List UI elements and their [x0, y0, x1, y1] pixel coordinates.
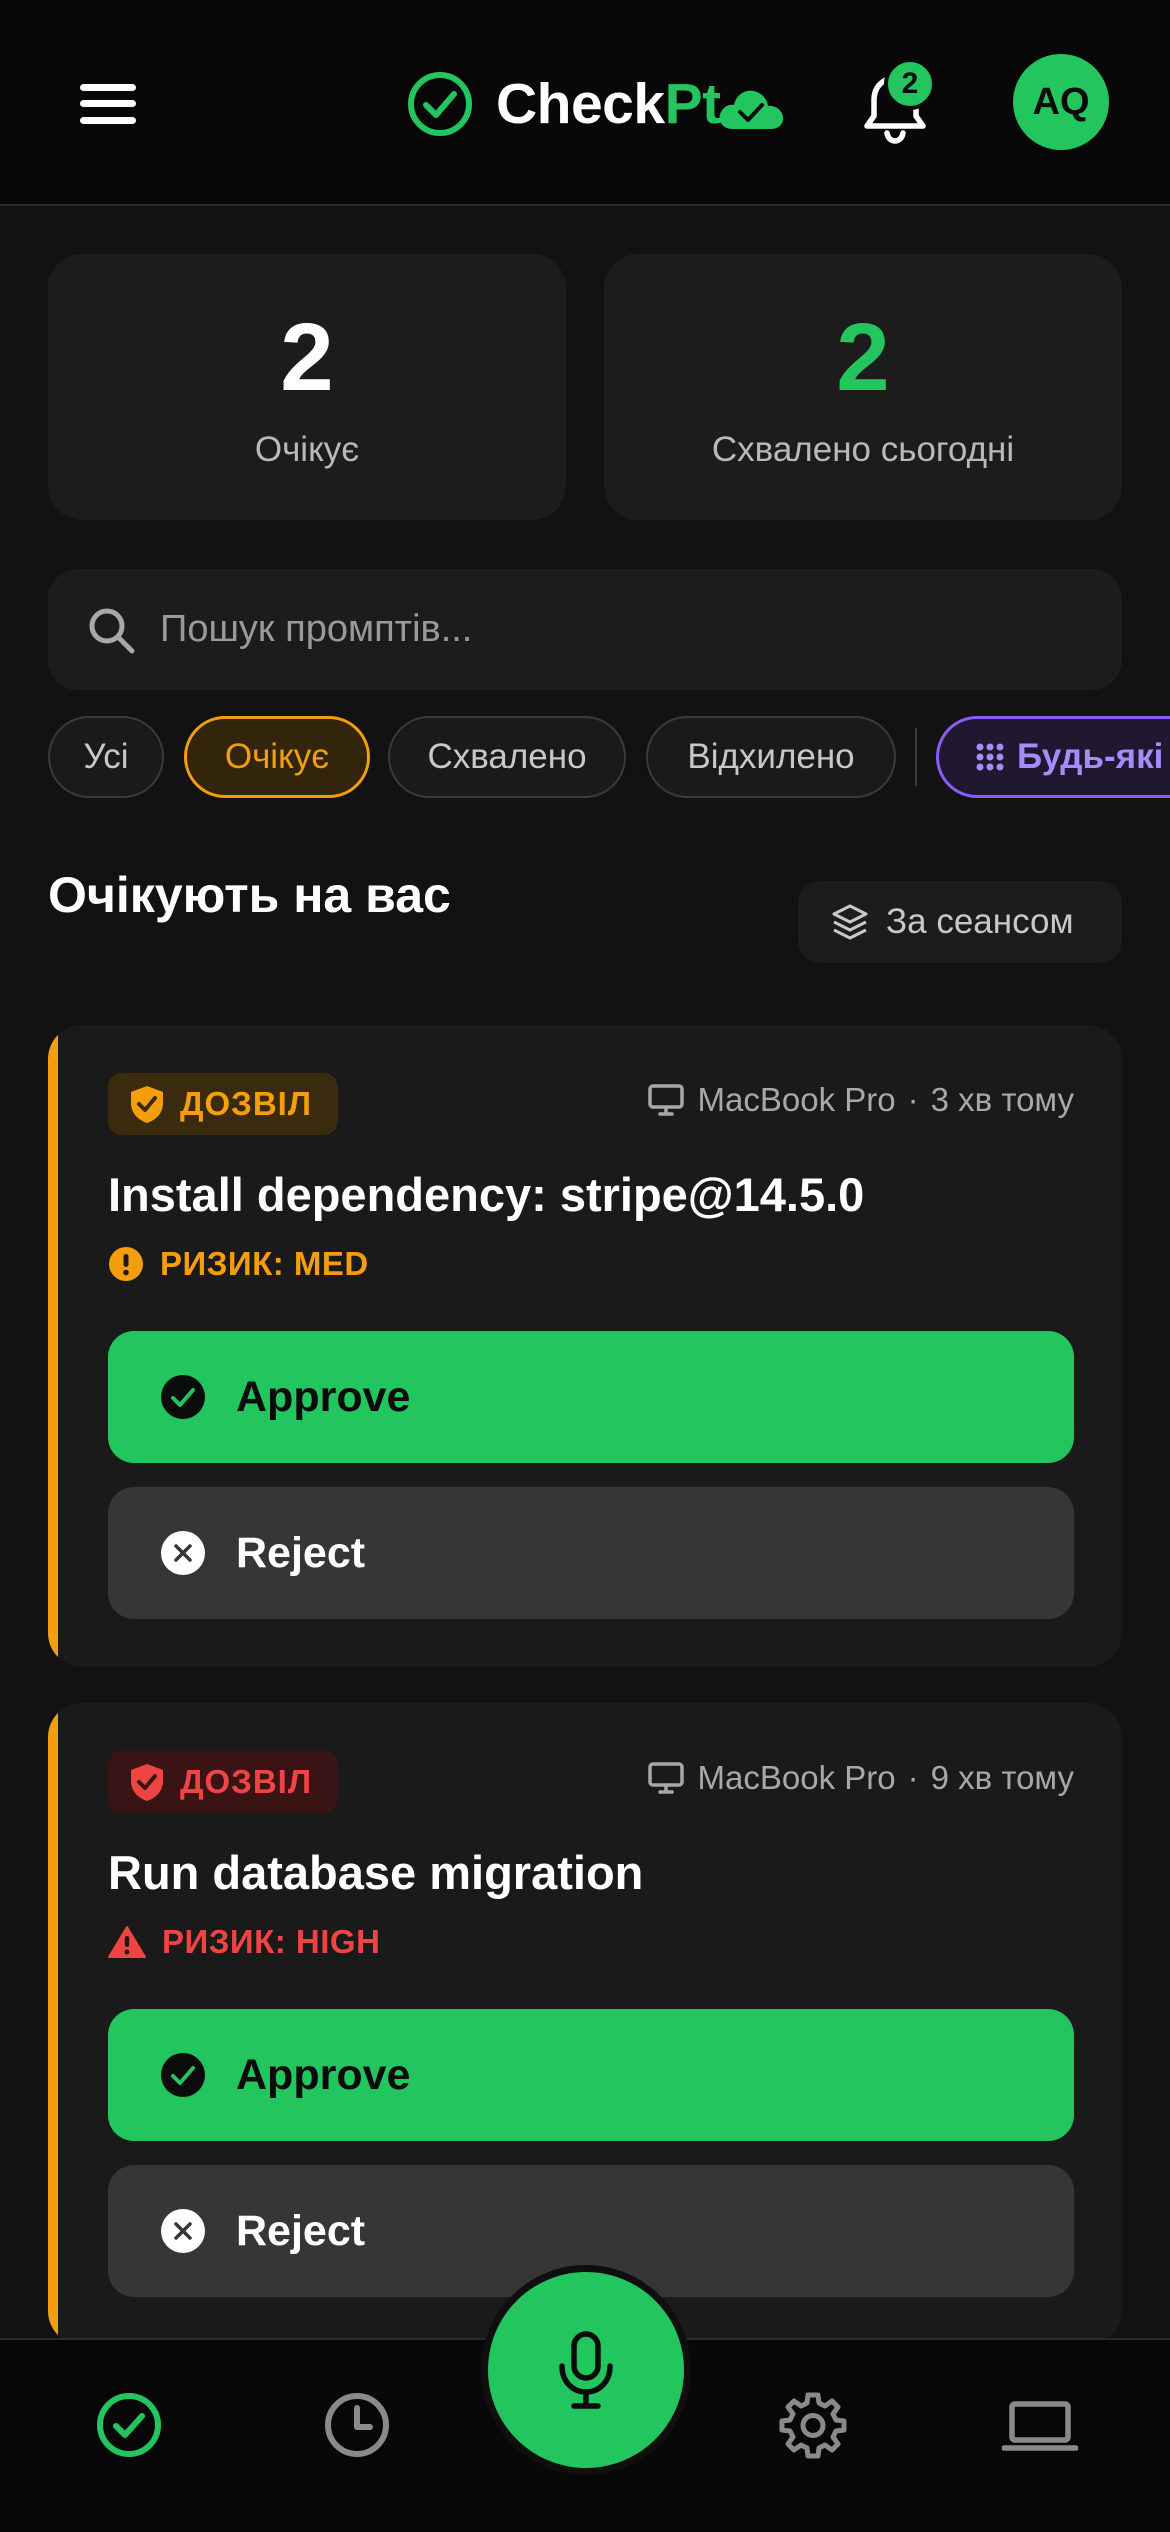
grid-dots-icon [976, 743, 1004, 771]
check-circle-icon [408, 72, 472, 136]
request-title: Run database migration [108, 1846, 644, 1899]
microphone-button[interactable] [488, 2272, 684, 2468]
layers-icon [832, 904, 868, 940]
stat-approved-value: 2 [836, 304, 890, 411]
approve-button[interactable]: Approve [108, 2009, 1074, 2141]
search-input[interactable] [160, 569, 1060, 690]
check-circle-icon [161, 1375, 205, 1419]
request-meta: MacBook Pro · 3 хв тому [647, 1081, 1074, 1119]
monitor-icon [647, 1762, 684, 1794]
request-meta: MacBook Pro · 9 хв тому [647, 1759, 1074, 1797]
close-circle-icon [161, 2209, 205, 2253]
shield-check-icon [131, 1086, 163, 1123]
filter-chip-approved[interactable]: Схвалено [388, 716, 626, 798]
search-bar[interactable] [48, 569, 1122, 690]
request-time: 9 хв тому [930, 1759, 1074, 1796]
section-title: Очікують на вас [48, 867, 451, 923]
permission-badge: ДОЗВІЛ [108, 1751, 339, 1813]
meta-separator: · [907, 1081, 919, 1118]
risk-label: РИЗИК: HIGH [108, 1923, 380, 1961]
search-icon [89, 608, 135, 654]
filter-chip-all[interactable]: Усі [48, 716, 164, 798]
stat-card-pending: 2 Очікує [48, 254, 566, 520]
stat-approved-label: Схвалено сьогодні [711, 430, 1015, 469]
shield-alert-icon [131, 1764, 163, 1801]
user-avatar[interactable]: AQ [1013, 54, 1109, 150]
nav-check-circle-icon[interactable] [94, 2390, 164, 2460]
group-by-session-button[interactable]: За сеансом [798, 881, 1122, 963]
warning-circle-icon [109, 1247, 143, 1281]
filter-chip-pending[interactable]: Очікує [184, 716, 370, 798]
risk-label: РИЗИК: MED [108, 1245, 369, 1283]
request-card: ДОЗВІЛ MacBook Pro · 3 хв тому Install d… [48, 1025, 1122, 1667]
filter-chip-any-label: Будь-які [1017, 737, 1164, 776]
app-header: CheckPt 2 AQ [0, 0, 1170, 206]
app-logo: CheckPt [406, 66, 787, 142]
device-name: MacBook Pro [697, 1081, 896, 1118]
nav-laptop-icon[interactable] [1002, 2390, 1078, 2460]
reject-button[interactable]: Reject [108, 1487, 1074, 1619]
cloud-check-icon [719, 90, 783, 129]
stat-pending-value: 2 [280, 304, 334, 411]
logo-text: CheckPt [496, 72, 721, 136]
device-name: MacBook Pro [697, 1759, 896, 1796]
card-accent-bar [48, 1703, 58, 2345]
approve-button[interactable]: Approve [108, 1331, 1074, 1463]
nav-clock-icon[interactable] [322, 2390, 392, 2460]
nav-gear-icon[interactable] [778, 2390, 848, 2460]
request-time: 3 хв тому [930, 1081, 1074, 1118]
hamburger-menu-icon[interactable] [80, 84, 136, 124]
warning-triangle-icon [108, 1926, 146, 1958]
filter-chip-any[interactable]: Будь-які [936, 716, 1170, 798]
stat-pending-label: Очікує [254, 430, 360, 469]
close-circle-icon [161, 1531, 205, 1575]
permission-badge: ДОЗВІЛ [108, 1073, 339, 1135]
microphone-icon [559, 2331, 613, 2409]
monitor-icon [647, 1084, 684, 1116]
meta-separator: · [907, 1759, 919, 1796]
notification-count-badge: 2 [884, 58, 936, 110]
request-title: Install dependency: stripe@14.5.0 [108, 1168, 865, 1221]
request-card: ДОЗВІЛ MacBook Pro · 9 хв тому Run datab… [48, 1703, 1122, 2345]
filter-divider [915, 728, 917, 786]
group-by-session-label: За сеансом [886, 902, 1074, 941]
check-circle-icon [161, 2053, 205, 2097]
card-accent-bar [48, 1025, 58, 1667]
stat-card-approved-today: 2 Схвалено сьогодні [604, 254, 1122, 520]
filter-chip-rejected[interactable]: Відхилено [646, 716, 896, 798]
